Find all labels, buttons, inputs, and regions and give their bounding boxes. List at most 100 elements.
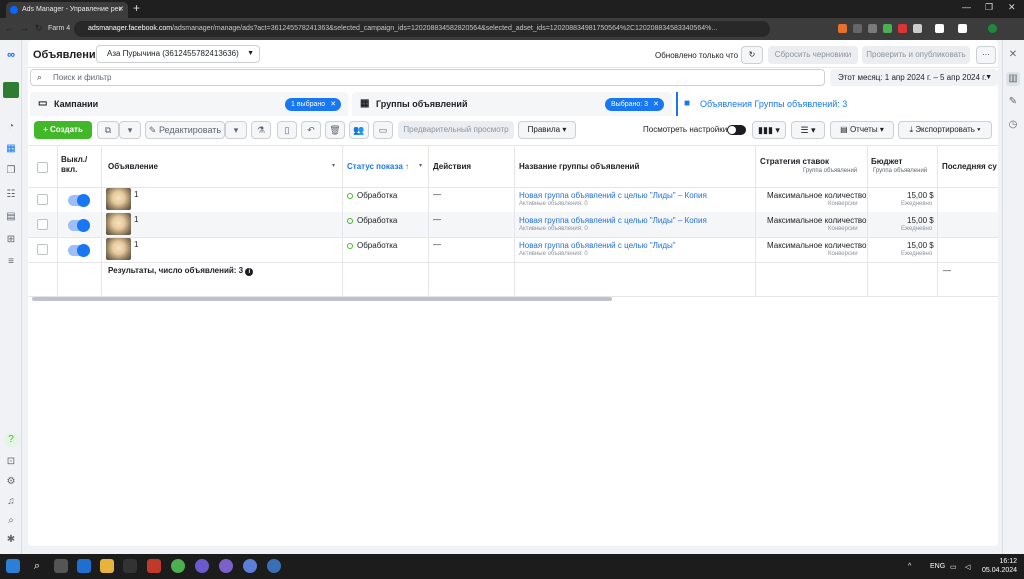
extension-icon[interactable]	[898, 24, 907, 33]
feedback-icon[interactable]: ⊡	[4, 455, 18, 469]
close-tab-icon[interactable]: ✕	[118, 2, 124, 18]
clock[interactable]: 16:12 05.04.2024	[982, 557, 1017, 575]
app-icon[interactable]	[77, 559, 91, 573]
row-checkbox[interactable]	[37, 219, 48, 230]
browser-profile-icon[interactable]	[219, 559, 233, 573]
duplicate-button[interactable]: ⧉	[97, 121, 119, 139]
preview-button[interactable]: Предварительный просмотр	[398, 121, 514, 139]
charts-icon[interactable]: ▥	[1006, 72, 1020, 86]
chrome-icon[interactable]	[171, 559, 185, 573]
bug-icon[interactable]: ✱	[4, 533, 18, 547]
budget-value[interactable]: 15,00 $	[907, 216, 934, 225]
row-toggle[interactable]	[68, 194, 90, 207]
search-icon[interactable]: ⌕	[4, 514, 18, 528]
pages-icon[interactable]: ❐	[4, 164, 18, 178]
events-icon[interactable]: ⊞	[4, 233, 18, 247]
meta-logo-icon[interactable]: ∞	[4, 48, 18, 62]
adset-link[interactable]: Новая группа объявлений с целью "Лиды" –…	[519, 191, 707, 200]
delete-draft-icon[interactable]: ▯	[277, 121, 297, 139]
ab-test-flask-icon[interactable]: ⚗	[251, 121, 271, 139]
edit-dropdown[interactable]: ▾	[225, 121, 247, 139]
browser-profile-icon[interactable]	[267, 559, 281, 573]
account-avatar[interactable]	[3, 82, 19, 98]
row-toggle[interactable]	[68, 219, 90, 232]
sort-chevron-icon[interactable]: ▾	[419, 162, 422, 169]
duplicate-dropdown[interactable]: ▾	[119, 121, 141, 139]
history-icon[interactable]: ◷	[1006, 118, 1020, 132]
horizontal-scrollbar[interactable]	[32, 297, 612, 301]
col-header-budget[interactable]: Бюджет	[871, 157, 902, 166]
extension-icon[interactable]	[853, 24, 862, 33]
extension-icon[interactable]	[883, 24, 892, 33]
row-toggle[interactable]	[68, 244, 90, 257]
campaigns-selected-chip[interactable]: 1 выбрано ✕	[285, 98, 342, 111]
select-all-checkbox[interactable]	[37, 162, 48, 173]
row-checkbox[interactable]	[37, 194, 48, 205]
budget-value[interactable]: 15,00 $	[907, 191, 934, 200]
extension-icon[interactable]	[868, 24, 877, 33]
app-icon[interactable]	[123, 559, 137, 573]
forward-icon[interactable]: →	[20, 23, 29, 33]
network-icon[interactable]: ▭	[950, 563, 957, 571]
extension-icon[interactable]	[838, 24, 847, 33]
avatar[interactable]	[988, 24, 997, 33]
volume-icon[interactable]: ◁	[965, 563, 970, 571]
help-icon[interactable]: ?	[4, 433, 18, 447]
view-settings-toggle[interactable]	[727, 125, 746, 135]
audiences-icon[interactable]: ☷	[4, 188, 18, 202]
notifications-bell-icon[interactable]: ♫	[4, 495, 18, 509]
ad-thumbnail[interactable]	[106, 238, 131, 260]
address-bar[interactable]: adsmanager.facebook.com/adsmanager/manag…	[74, 21, 770, 37]
ad-thumbnail[interactable]	[106, 213, 131, 235]
windows-start-icon[interactable]	[6, 559, 20, 573]
settings-gear-icon[interactable]: ⚙	[4, 475, 18, 489]
col-header-onoff[interactable]: Выкл./ вкл.	[61, 155, 97, 175]
extension-icon[interactable]	[913, 24, 922, 33]
reload-icon[interactable]: ↻	[35, 23, 43, 34]
more-options-button[interactable]: ···	[976, 46, 996, 64]
tab-ads[interactable]: ■ Объявления Группы объявлений: 3	[676, 92, 998, 116]
search-icon[interactable]: ⌕	[30, 559, 44, 573]
new-tab-icon[interactable]: +	[133, 1, 140, 15]
rules-button[interactable]: Правила ▾	[518, 121, 576, 139]
search-input[interactable]: ⌕ Поиск и фильтр	[30, 69, 825, 86]
row-checkbox[interactable]	[37, 244, 48, 255]
review-publish-button[interactable]: Проверить и опубликовать	[862, 46, 970, 64]
tray-chevron-icon[interactable]: ^	[908, 563, 911, 570]
ads-manager-grid-icon[interactable]: ▦	[4, 142, 18, 156]
col-header-adset[interactable]: Название группы объявлений	[519, 162, 639, 171]
account-selector[interactable]: Аза Пурычина (361245578241363​6) ▼	[96, 45, 260, 63]
col-header-bid[interactable]: Стратегия ставок	[760, 157, 829, 166]
budget-value[interactable]: 15,00 $	[907, 241, 934, 250]
browser-profile-icon[interactable]	[195, 559, 209, 573]
col-header-actions[interactable]: Действия	[433, 162, 471, 171]
discard-drafts-button[interactable]: Сбросить черновики	[768, 46, 858, 64]
columns-button[interactable]: ▮▮▮ ▾	[752, 121, 786, 139]
undo-icon[interactable]: ↶	[301, 121, 321, 139]
minimize-icon[interactable]: —	[962, 2, 971, 12]
back-icon[interactable]: ←	[5, 23, 14, 33]
sort-chevron-icon[interactable]: ▾	[332, 162, 335, 169]
app-icon[interactable]	[147, 559, 161, 573]
file-explorer-icon[interactable]	[100, 559, 114, 573]
col-header-last[interactable]: Последняя су	[942, 162, 998, 171]
trash-icon[interactable]: 🗑	[325, 121, 345, 139]
task-view-icon[interactable]	[54, 559, 68, 573]
edit-pencil-icon[interactable]: ✎	[1006, 95, 1020, 109]
ad-name[interactable]: 1	[134, 240, 138, 249]
close-panel-icon[interactable]: ✕	[1006, 48, 1020, 62]
ad-name[interactable]: 1	[134, 190, 138, 199]
browser-tab[interactable]: Ads Manager - Управление рек ✕	[6, 2, 128, 18]
billing-icon[interactable]: ▤	[4, 210, 18, 224]
browser-profile[interactable]: Farm 4	[48, 25, 70, 32]
window-close-icon[interactable]: ✕	[1008, 2, 1016, 13]
downloads-icon[interactable]	[958, 24, 967, 33]
export-button[interactable]: ⤓ Экспортировать ▾	[898, 121, 992, 139]
col-header-ad[interactable]: Объявление	[108, 162, 158, 171]
language-indicator[interactable]: ENG	[930, 563, 945, 570]
refresh-button[interactable]: ↻	[741, 46, 763, 64]
comment-icon[interactable]: ▭	[373, 121, 393, 139]
gauge-icon[interactable]: ◔	[4, 120, 18, 134]
ad-thumbnail[interactable]	[106, 188, 131, 210]
menu-icon[interactable]: ≡	[4, 255, 18, 269]
